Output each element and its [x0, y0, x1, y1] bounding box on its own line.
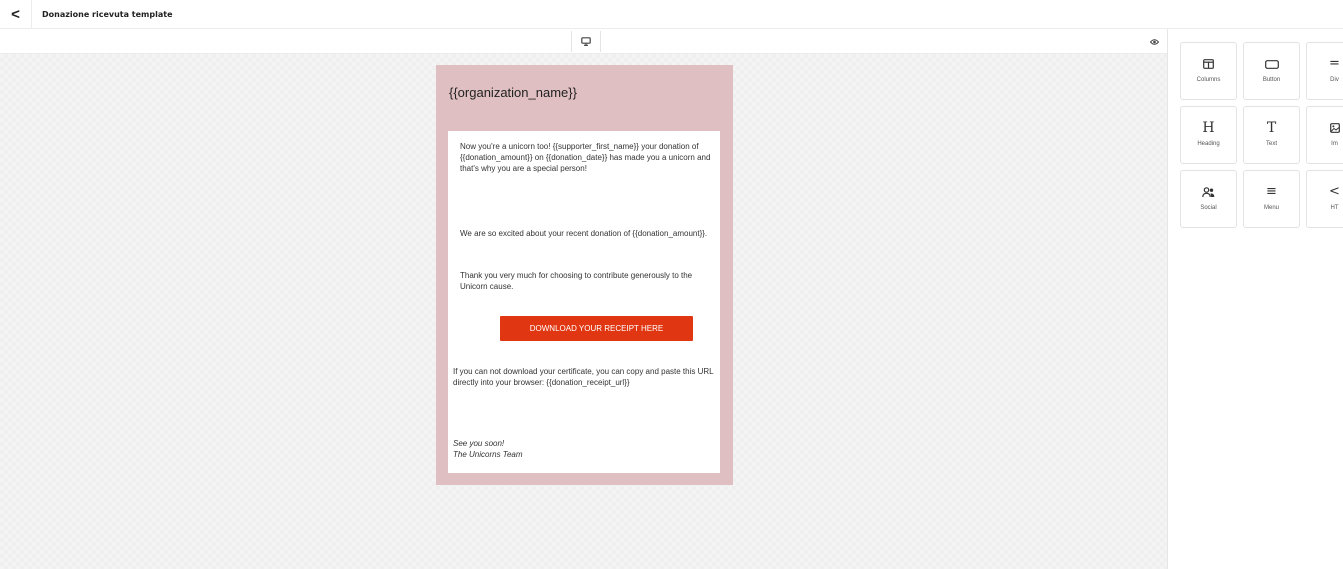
block-label: Div	[1330, 77, 1339, 83]
canvas-toolbar	[0, 29, 1167, 54]
download-receipt-button[interactable]: DOWNLOAD YOUR RECEIPT HERE	[500, 316, 693, 341]
text-icon: T	[1266, 120, 1277, 136]
block-html[interactable]: < HT	[1306, 170, 1343, 228]
block-heading[interactable]: H Heading	[1180, 106, 1237, 164]
button-icon	[1264, 59, 1279, 69]
eye-icon	[1149, 38, 1159, 45]
top-bar: < Donazione ricevuta template	[0, 0, 1343, 29]
block-social[interactable]: Social	[1180, 170, 1237, 228]
signoff-paragraph[interactable]: See you soon! The Unicorns Team	[453, 438, 653, 460]
email-template[interactable]: {{organization_name}} Now you're a unico…	[436, 65, 733, 485]
block-label: Menu	[1263, 205, 1279, 211]
image-icon	[1329, 123, 1340, 133]
block-columns[interactable]: Columns	[1180, 42, 1237, 100]
divider-icon: =	[1329, 56, 1340, 71]
heading-icon: H	[1202, 120, 1215, 136]
signoff-line: The Unicorns Team	[453, 450, 523, 459]
menu-icon: ≡	[1266, 184, 1277, 199]
panel-divider	[1167, 29, 1168, 569]
block-text[interactable]: T Text	[1243, 106, 1300, 164]
block-label: Heading	[1197, 141, 1220, 147]
device-preview-button[interactable]	[571, 31, 601, 52]
html-icon: <	[1329, 184, 1340, 199]
intro-paragraph[interactable]: Now you're a unicorn too! {{supporter_fi…	[460, 141, 722, 174]
block-image[interactable]: Im	[1306, 106, 1343, 164]
block-label: Columns	[1196, 77, 1221, 83]
columns-icon	[1203, 59, 1214, 69]
desktop-monitor-icon	[581, 37, 591, 46]
preview-button[interactable]	[1144, 31, 1164, 52]
page-title: Donazione ricevuta template	[42, 9, 173, 19]
block-menu[interactable]: ≡ Menu	[1243, 170, 1300, 228]
signoff-line: See you soon!	[453, 439, 505, 448]
email-content-card[interactable]: Now you're a unicorn too! {{supporter_fi…	[448, 131, 720, 473]
back-button[interactable]: <	[0, 0, 32, 29]
social-icon	[1202, 186, 1215, 197]
block-button[interactable]: Button	[1243, 42, 1300, 100]
receipt-url-paragraph[interactable]: If you can not download your certificate…	[453, 366, 717, 388]
chevron-left-icon: <	[11, 5, 20, 23]
donation-paragraph[interactable]: We are so excited about your recent dona…	[460, 228, 710, 239]
block-label: Text	[1265, 141, 1277, 147]
block-label: Button	[1262, 77, 1281, 83]
organization-name-heading[interactable]: {{organization_name}}	[449, 85, 577, 100]
block-label: Im	[1331, 141, 1338, 147]
block-label: Social	[1200, 205, 1217, 211]
thank-you-paragraph[interactable]: Thank you very much for choosing to cont…	[460, 270, 710, 292]
block-divider[interactable]: = Div	[1306, 42, 1343, 100]
block-label: HT	[1330, 205, 1339, 211]
